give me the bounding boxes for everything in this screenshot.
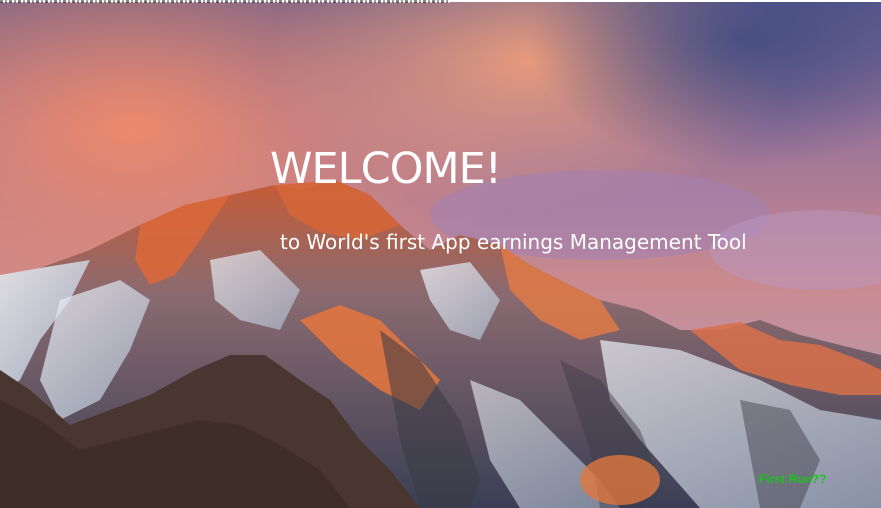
welcome-title: WELCOME! [270, 144, 502, 194]
mountain-background-image [0, 0, 881, 508]
top-edge-artifact [0, 0, 450, 3]
welcome-subtitle: to World's first App earnings Management… [280, 230, 747, 254]
first-run-link[interactable]: First Run?? [759, 472, 826, 486]
